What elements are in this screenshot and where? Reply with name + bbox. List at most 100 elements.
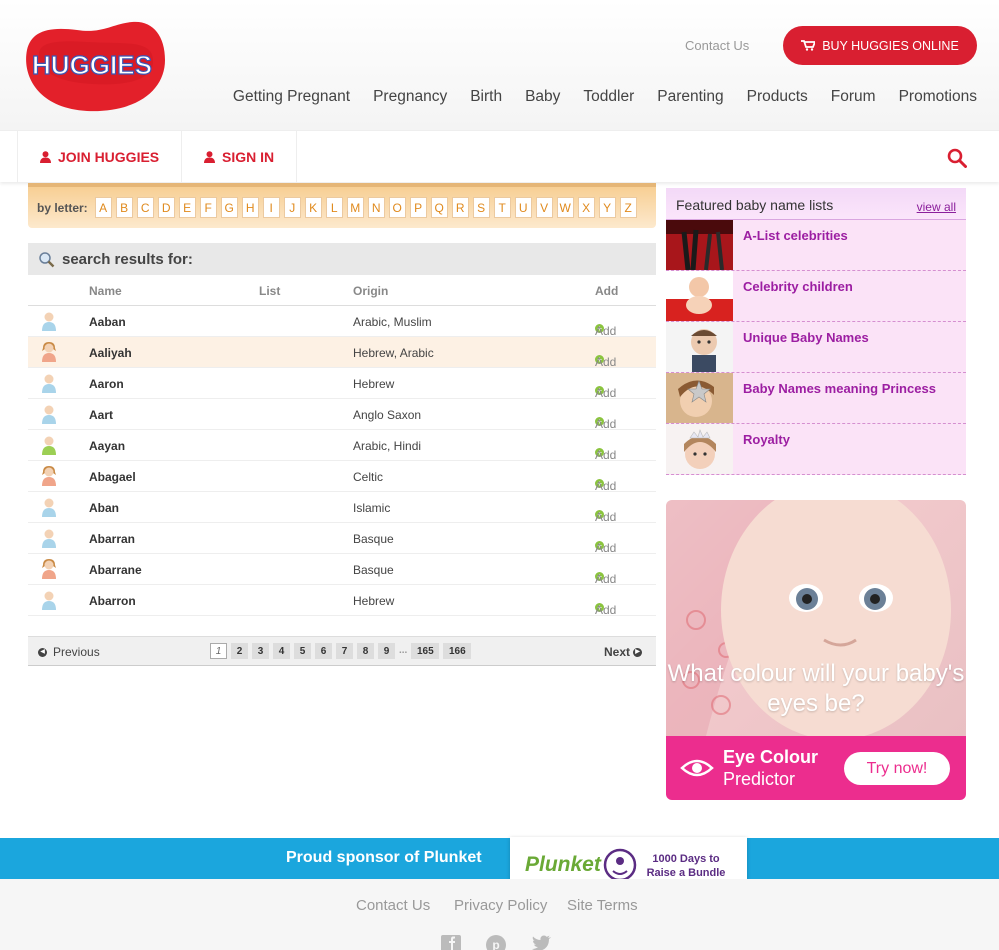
page-2[interactable]: 2 [231,643,248,659]
nav-baby[interactable]: Baby [525,88,560,106]
facebook-icon[interactable] [441,935,461,950]
column-name[interactable]: Name [89,284,122,298]
featured-list-royalty[interactable]: Royalty [666,424,966,475]
letter-e[interactable]: E [178,197,196,218]
sign-in-button[interactable]: SIGN IN [181,131,297,183]
letter-o[interactable]: O [388,197,406,218]
table-row[interactable]: Aayan Arabic, Hindi + Add [28,430,656,462]
letter-x[interactable]: X [577,197,595,218]
table-row[interactable]: Aart Anglo Saxon + Add [28,399,656,431]
nav-pregnancy[interactable]: Pregnancy [373,88,447,106]
try-now-button[interactable]: Try now! [844,752,950,785]
join-huggies-label: JOIN HUGGIES [58,149,160,165]
letter-z[interactable]: Z [619,197,637,218]
letter-a[interactable]: A [94,197,112,218]
letter-c[interactable]: C [136,197,154,218]
table-row[interactable]: Aaron Hebrew + Add [28,368,656,400]
page-166[interactable]: 166 [443,643,472,659]
search-icon[interactable] [947,148,967,168]
baby-name[interactable]: Aart [89,408,113,422]
buy-huggies-online-button[interactable]: BUY HUGGIES ONLINE [783,26,977,65]
next-page-button[interactable]: Next ▶ [604,645,642,659]
table-row[interactable]: Abarron Hebrew + Add [28,585,656,617]
page-165[interactable]: 165 [411,643,440,659]
nav-toddler[interactable]: Toddler [583,88,634,106]
page-3[interactable]: 3 [252,643,269,659]
nav-parenting[interactable]: Parenting [657,88,723,106]
baby-name[interactable]: Aaliyah [89,346,132,360]
page-9[interactable]: 9 [378,643,395,659]
nav-getting-pregnant[interactable]: Getting Pregnant [233,88,350,106]
letter-p[interactable]: P [409,197,427,218]
letter-l[interactable]: L [325,197,343,218]
nav-birth[interactable]: Birth [470,88,502,106]
baby-name[interactable]: Abarron [89,594,136,608]
letter-d[interactable]: D [157,197,175,218]
sign-in-label: SIGN IN [222,149,275,165]
eye-colour-predictor-ad[interactable]: What colour will your baby's eyes be? Ey… [666,500,966,800]
letter-j[interactable]: J [283,197,301,218]
column-origin[interactable]: Origin [353,284,388,298]
letter-f[interactable]: F [199,197,217,218]
footer-site-terms[interactable]: Site Terms [567,897,638,914]
letter-r[interactable]: R [451,197,469,218]
table-row[interactable]: Abarran Basque + Add [28,523,656,555]
letter-k[interactable]: K [304,197,322,218]
letter-y[interactable]: Y [598,197,616,218]
account-bar: JOIN HUGGIES SIGN IN [0,130,999,183]
letter-g[interactable]: G [220,197,238,218]
featured-title: Featured baby name lists [676,197,834,213]
nav-products[interactable]: Products [747,88,808,106]
girl-gender-icon [41,466,57,489]
nav-forum[interactable]: Forum [831,88,876,106]
featured-list-unique-baby-names[interactable]: Unique Baby Names [666,322,966,373]
view-all-link[interactable]: view all [917,200,956,214]
featured-list-celebrity-children[interactable]: Celebrity children [666,271,966,322]
page-5[interactable]: 5 [294,643,311,659]
letter-s[interactable]: S [472,197,490,218]
ad-title-line-1: Eye Colour [723,747,819,767]
baby-name[interactable]: Aayan [89,439,125,453]
nav-promotions[interactable]: Promotions [899,88,977,106]
page-1[interactable]: 1 [210,643,227,659]
letter-q[interactable]: Q [430,197,448,218]
previous-page-button[interactable]: ◀ Previous [38,645,100,659]
baby-name[interactable]: Aaban [89,315,126,329]
table-row[interactable]: Aaban Arabic, Muslim + Add [28,306,656,338]
baby-name[interactable]: Abarran [89,532,135,546]
table-row[interactable]: Abagael Celtic + Add [28,461,656,493]
featured-lists: Featured baby name lists view all A-List… [666,188,966,475]
ad-question: What colour will your baby's eyes be? [667,660,965,717]
add-label: Add [595,355,617,369]
letter-w[interactable]: W [556,197,574,218]
baby-name[interactable]: Aaron [89,377,124,391]
huggies-logo[interactable]: HUGGIES [17,20,167,112]
page-4[interactable]: 4 [273,643,290,659]
featured-list-princess-names[interactable]: Baby Names meaning Princess [666,373,966,424]
baby-name[interactable]: Abagael [89,470,136,484]
letter-u[interactable]: U [514,197,532,218]
contact-us-link[interactable]: Contact Us [685,38,749,53]
table-row[interactable]: Abarrane Basque + Add [28,554,656,586]
letter-n[interactable]: N [367,197,385,218]
page-7[interactable]: 7 [336,643,353,659]
pinterest-icon[interactable]: p [486,935,506,950]
letter-i[interactable]: I [262,197,280,218]
page-6[interactable]: 6 [315,643,332,659]
twitter-icon[interactable] [532,935,552,950]
join-huggies-button[interactable]: JOIN HUGGIES [17,131,182,183]
letter-t[interactable]: T [493,197,511,218]
letter-m[interactable]: M [346,197,364,218]
footer-contact-us[interactable]: Contact Us [356,897,430,914]
letter-b[interactable]: B [115,197,133,218]
letter-v[interactable]: V [535,197,553,218]
page-8[interactable]: 8 [357,643,374,659]
table-row[interactable]: Aaliyah Hebrew, Arabic + Add [28,337,656,369]
letter-h[interactable]: H [241,197,259,218]
baby-name[interactable]: Abarrane [89,563,142,577]
baby-name[interactable]: Aban [89,501,119,515]
table-row[interactable]: Aban Islamic + Add [28,492,656,524]
footer-privacy-policy[interactable]: Privacy Policy [454,897,547,914]
name-origin: Hebrew [353,594,395,608]
featured-list-a-list-celebrities[interactable]: A-List celebrities [666,220,966,271]
